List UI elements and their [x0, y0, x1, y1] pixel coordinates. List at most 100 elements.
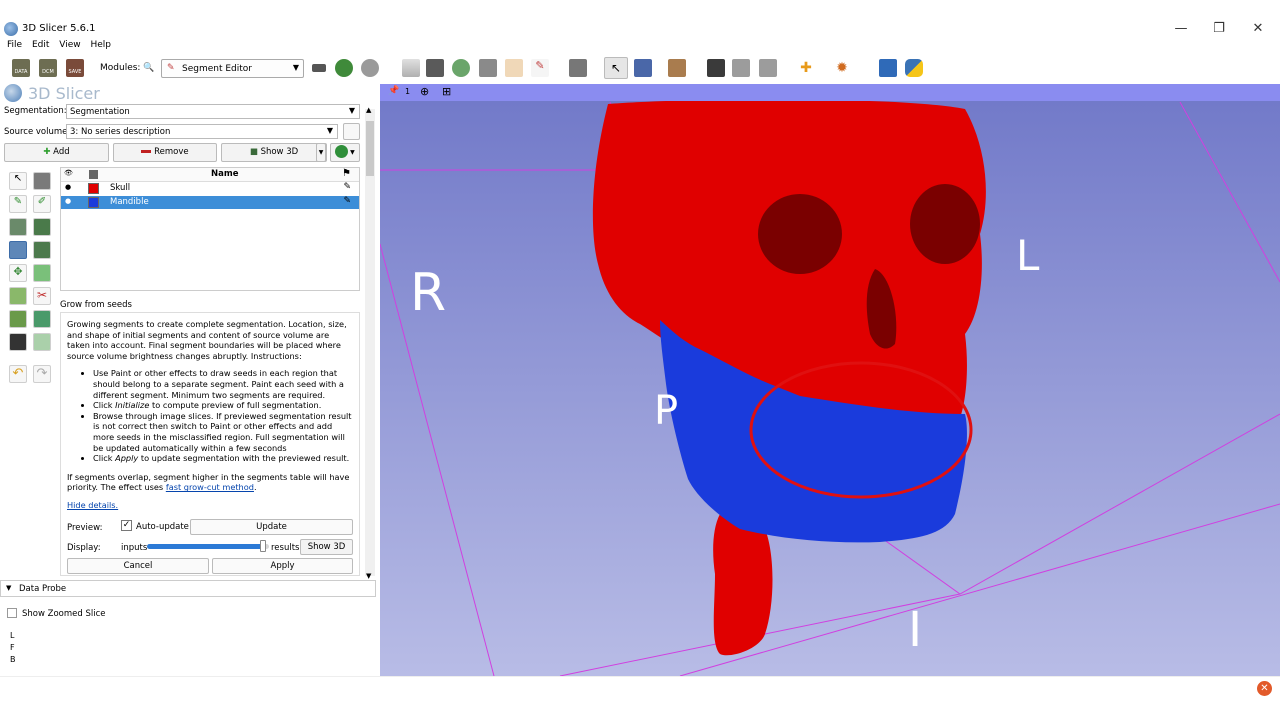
menu-file[interactable]: File [7, 40, 22, 50]
show-3d-options-button[interactable]: ▼ [316, 143, 326, 162]
source-geometry-button[interactable] [343, 123, 360, 140]
volumes-icon[interactable] [452, 59, 470, 77]
forward-arrow-icon[interactable] [361, 59, 379, 77]
segmentation-selector[interactable]: Segmentation ▼ [66, 104, 360, 119]
display-slider[interactable] [147, 540, 269, 552]
panel-scrollbar[interactable]: ▲ ▼ [365, 106, 375, 580]
center-view-icon[interactable]: ⊕ [420, 85, 429, 98]
scroll-up-icon[interactable]: ▲ [366, 106, 371, 114]
close-button[interactable]: ✕ [1243, 20, 1273, 38]
display-slider-handle[interactable] [259, 540, 266, 552]
menu-bar: File Edit View Help [0, 40, 1280, 54]
edit-pencil-icon[interactable]: ✎ [343, 182, 351, 192]
threshold-icon[interactable] [33, 241, 51, 259]
mask-volume-icon[interactable] [9, 333, 27, 351]
transforms-icon[interactable] [505, 59, 523, 77]
3d-view-controller-bar: 📌 1 ⊕ ⊞ [380, 84, 1280, 101]
level-tracing-icon[interactable] [9, 218, 27, 236]
display-show-3d-button[interactable]: Show 3D [300, 539, 353, 555]
minimize-button[interactable]: — [1166, 20, 1196, 38]
scene-view-icon[interactable] [732, 59, 750, 77]
models-icon[interactable] [479, 59, 497, 77]
scissors-icon[interactable]: ✂ [33, 287, 51, 305]
crosshair-link-icon[interactable] [668, 59, 686, 77]
edit-pencil-icon[interactable]: ✎ [343, 196, 351, 206]
chevron-down-icon: ▼ [348, 106, 355, 115]
scroll-down-icon[interactable]: ▼ [366, 572, 371, 580]
draw-icon[interactable]: ✎ [9, 195, 27, 213]
hide-details-link[interactable]: Hide details. [67, 500, 118, 510]
eye-icon[interactable]: ● [65, 197, 71, 205]
wrap-solidify-icon[interactable] [33, 333, 51, 351]
eye-icon[interactable]: ● [65, 183, 71, 191]
grow-cut-link[interactable]: fast grow-cut method [166, 482, 254, 492]
segment-editor-tool-icon[interactable]: ✎ [531, 59, 549, 77]
scene-restore-icon[interactable] [759, 59, 777, 77]
show-3d-button[interactable]: ■ Show 3D [221, 143, 327, 162]
segment-row-skull[interactable]: ● Skull ✎ [61, 182, 359, 195]
data-module-icon[interactable] [426, 59, 444, 77]
save-data-icon[interactable]: SAVE [66, 59, 84, 77]
error-log-icon[interactable]: ✕ [1257, 681, 1272, 696]
margin-icon[interactable]: ✥ [9, 264, 27, 282]
data-probe-header[interactable]: ▼ Data Probe [0, 580, 376, 597]
add-segment-button[interactable]: ✚ Add [4, 143, 109, 162]
menu-view[interactable]: View [59, 40, 80, 50]
menu-edit[interactable]: Edit [32, 40, 49, 50]
plus-icon: ✚ [43, 147, 51, 157]
segment-row-mandible[interactable]: ● Mandible ✎ [61, 196, 359, 209]
module-search-icon[interactable]: 🔍 [143, 63, 154, 73]
welcome-icon[interactable] [402, 59, 420, 77]
show-zoomed-slice-checkbox[interactable] [7, 608, 17, 618]
fill-between-slices-icon[interactable] [9, 241, 27, 259]
smoothing-icon[interactable] [9, 287, 27, 305]
logical-operators-icon[interactable] [33, 310, 51, 328]
segment-editor-icon: ✎ [167, 63, 175, 73]
grow-from-seeds-icon[interactable] [33, 218, 51, 236]
source-volume-selector[interactable]: 3: No series description ▼ [66, 124, 338, 139]
module-selected: Segment Editor [182, 64, 252, 74]
update-button[interactable]: Update [190, 519, 353, 535]
segment-color-swatch[interactable] [88, 197, 99, 208]
mouse-pointer-icon[interactable]: ↖ [604, 57, 628, 79]
display-label: Display: [67, 543, 101, 553]
3d-view[interactable]: R L P I [380, 84, 1280, 676]
place-fiducial-icon[interactable] [634, 59, 652, 77]
erase-icon[interactable]: ✐ [33, 195, 51, 213]
extension-manager-icon[interactable] [879, 59, 897, 77]
back-arrow-icon[interactable] [335, 59, 353, 77]
islands-icon[interactable] [9, 310, 27, 328]
layout-icon[interactable] [569, 59, 587, 77]
data-probe-label: Data Probe [19, 584, 67, 594]
cancel-button[interactable]: Cancel [67, 558, 209, 574]
module-history-icon[interactable] [312, 64, 326, 72]
auto-update-checkbox[interactable]: ✓ [121, 520, 132, 531]
crosshair-icon[interactable]: ✚ [797, 59, 815, 77]
help-bullet: Click Initialize to compute preview of f… [93, 400, 353, 411]
segmentations-menu-button[interactable]: ▼ [330, 143, 360, 162]
module-selector[interactable]: ✎ Segment Editor ▼ [161, 59, 304, 78]
layout-grid-icon[interactable]: ⊞ [442, 85, 451, 98]
probe-line-f: F [10, 643, 15, 652]
pin-icon[interactable]: 📌 [388, 86, 399, 96]
3d-render[interactable]: R L P I [380, 84, 1280, 676]
segmentation-label: Segmentation: [4, 106, 67, 116]
dicom-icon[interactable]: DCM [39, 59, 57, 77]
no-editing-icon[interactable]: ↖ [9, 172, 27, 190]
undo-icon[interactable]: ↶ [9, 365, 27, 383]
hollow-icon[interactable] [33, 264, 51, 282]
python-console-icon[interactable] [905, 59, 923, 77]
paint-icon[interactable] [33, 172, 51, 190]
title-bar: 3D Slicer 5.6.1 — ❐ ✕ [0, 18, 1280, 40]
apply-button[interactable]: Apply [212, 558, 353, 574]
help-bullet: Browse through image slices. If previewe… [93, 411, 353, 453]
load-data-icon[interactable]: DATA [12, 59, 30, 77]
scrollbar-thumb[interactable] [366, 121, 374, 176]
menu-help[interactable]: Help [90, 40, 111, 50]
restore-button[interactable]: ❐ [1204, 20, 1234, 38]
help-overlap: If segments overlap, segment higher in t… [67, 471, 350, 493]
screenshot-icon[interactable] [707, 59, 725, 77]
markups-icon[interactable]: ✹ [833, 59, 851, 77]
segment-color-swatch[interactable] [88, 183, 99, 194]
remove-segment-button[interactable]: Remove [113, 143, 217, 162]
